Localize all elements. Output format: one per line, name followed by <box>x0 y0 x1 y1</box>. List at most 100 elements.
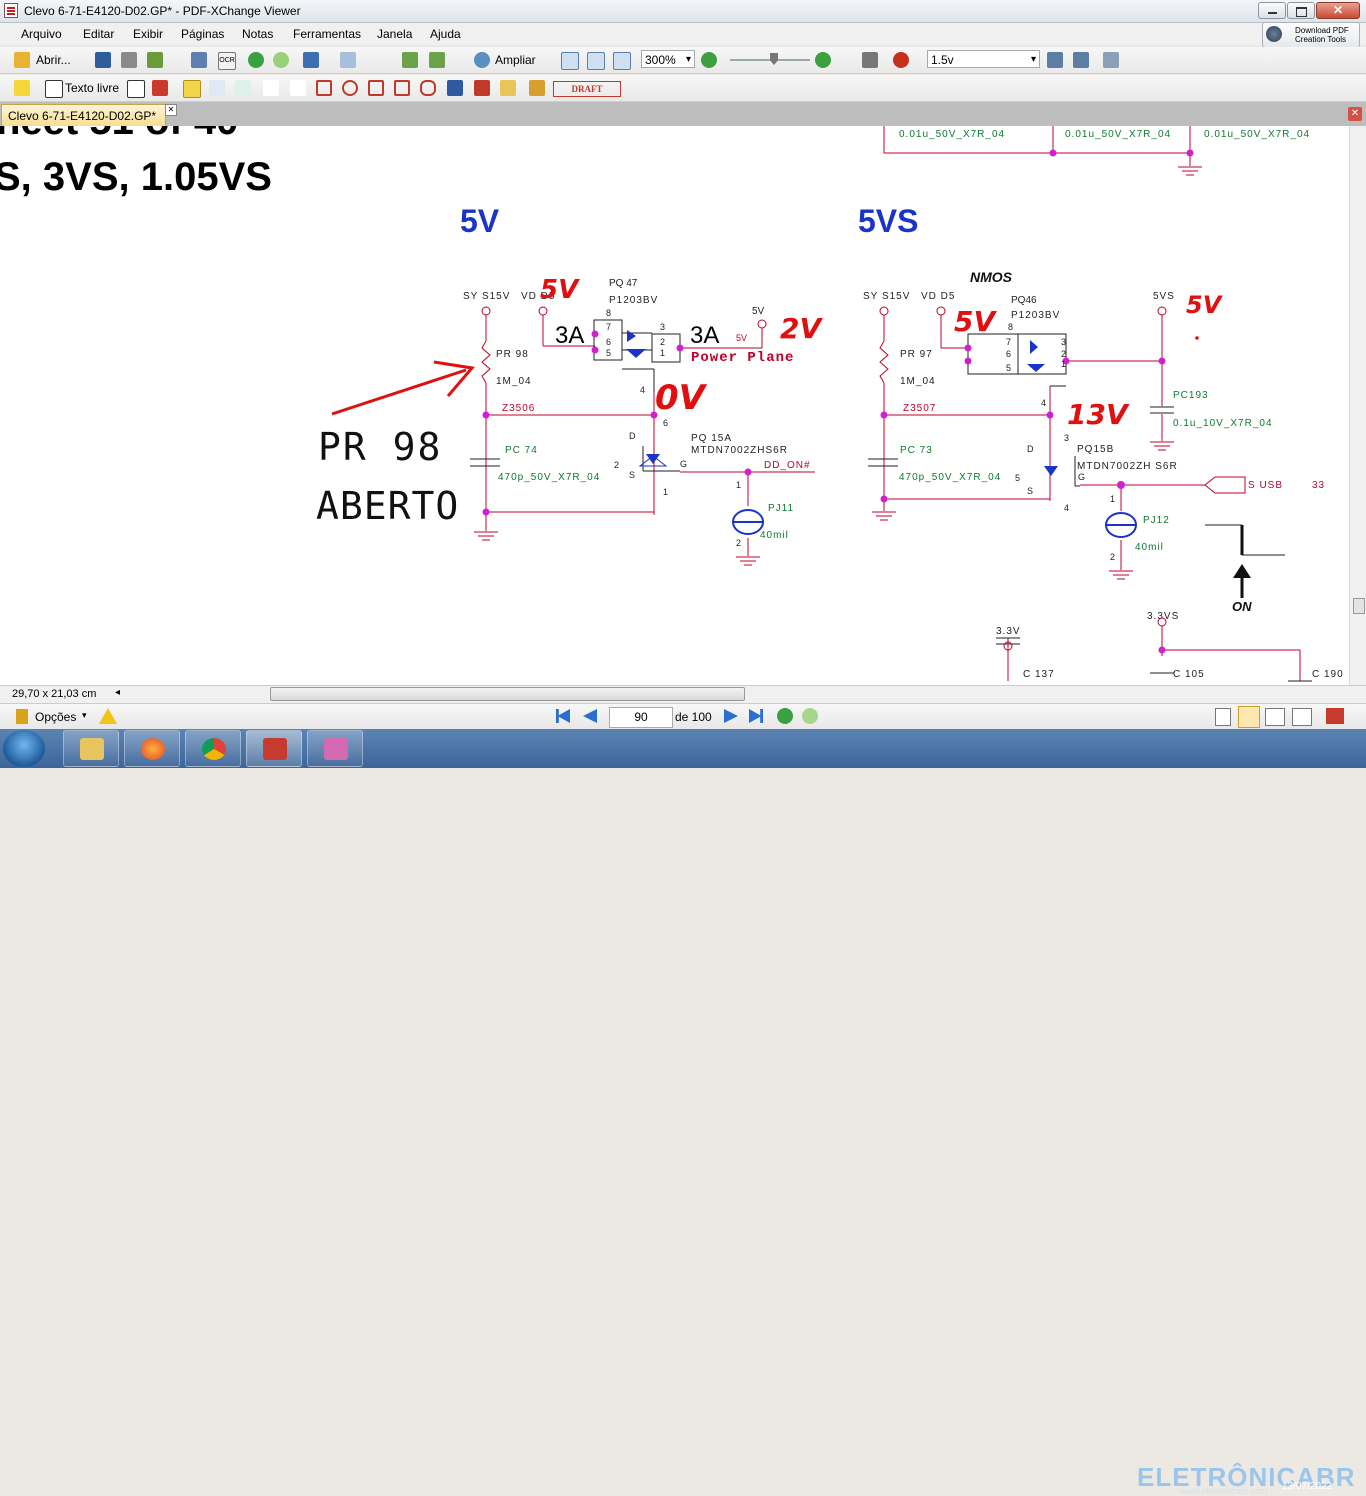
previous-page-icon[interactable] <box>583 709 597 723</box>
taskbar-pdf-xchange[interactable] <box>246 730 302 767</box>
app-icon[interactable] <box>4 3 18 18</box>
page-number-input[interactable]: 90 <box>609 707 673 728</box>
ellipse-icon[interactable] <box>342 80 358 96</box>
properties-icon[interactable] <box>191 52 207 68</box>
close-document-icon[interactable]: ✕ <box>1348 107 1362 121</box>
junction <box>1049 149 1057 157</box>
find-prev-icon[interactable] <box>1047 52 1063 68</box>
actual-size-icon[interactable] <box>561 52 579 70</box>
warning-icon[interactable] <box>99 708 117 724</box>
free-text-button[interactable]: Texto livre <box>65 81 119 95</box>
copy-icon[interactable] <box>402 52 418 68</box>
callout-icon[interactable] <box>127 80 145 98</box>
right-net: Z3507 <box>903 403 936 414</box>
fit-page-icon[interactable] <box>587 52 605 70</box>
pentagon-icon[interactable] <box>394 80 410 96</box>
zoom-select[interactable]: 300% <box>641 50 695 69</box>
arrow-icon[interactable] <box>263 80 279 96</box>
horizontal-scroll-thumb[interactable] <box>270 687 745 701</box>
tools-icon[interactable] <box>1103 52 1119 68</box>
menu-arquivo[interactable]: Arquivo <box>21 27 62 41</box>
tab-close-icon[interactable]: ✕ <box>165 104 177 116</box>
stamp-icon[interactable] <box>529 80 545 96</box>
open-button[interactable]: Abrir... <box>36 53 71 67</box>
tab-document[interactable]: Clevo 6-71-E4120-D02.GP* ✕ <box>1 104 177 126</box>
download-pdf-tools-button[interactable]: Download PDF Creation Tools <box>1262 22 1360 48</box>
search-input[interactable]: 1.5v <box>927 50 1040 69</box>
menu-ferramentas[interactable]: Ferramentas <box>293 27 361 41</box>
clock[interactable]: 13/07/2022 <box>1282 1481 1332 1492</box>
left-net: Z3506 <box>502 403 535 414</box>
taskbar-firefox[interactable] <box>124 730 180 767</box>
typewriter-icon[interactable] <box>152 80 168 96</box>
menu-ajuda[interactable]: Ajuda <box>430 27 461 41</box>
close-button[interactable] <box>1316 2 1360 19</box>
continuous-page-icon[interactable] <box>1238 706 1260 728</box>
menu-exibir[interactable]: Exibir <box>133 27 163 41</box>
fit-width-icon[interactable] <box>613 52 631 70</box>
pin-icon[interactable] <box>447 80 463 96</box>
undo-icon[interactable] <box>303 52 319 68</box>
horizontal-scrollbar[interactable] <box>125 686 1349 701</box>
textbox-icon[interactable] <box>45 80 63 98</box>
binoculars-icon[interactable] <box>862 52 878 68</box>
vertical-scroll-thumb[interactable] <box>1353 598 1365 614</box>
zoom-slider-thumb[interactable] <box>770 53 778 65</box>
window-title: Clevo 6-71-E4120-D02.GP* - PDF-XChange V… <box>24 4 301 18</box>
sticky-note-icon[interactable] <box>14 80 30 96</box>
rectangle-icon[interactable] <box>316 80 332 96</box>
zoom-icon[interactable] <box>474 52 490 68</box>
options-button[interactable]: Opções <box>35 710 76 724</box>
vertical-scrollbar[interactable] <box>1349 126 1366 685</box>
last-page-icon[interactable] <box>749 709 763 723</box>
history-back-icon[interactable] <box>777 708 793 724</box>
history-forward-icon[interactable] <box>802 708 818 724</box>
menu-janela[interactable]: Janela <box>377 27 412 41</box>
next-page-icon[interactable] <box>724 709 738 723</box>
taskbar-explorer[interactable] <box>63 730 119 767</box>
taskbar-tool[interactable] <box>307 730 363 767</box>
find-next-icon[interactable] <box>1073 52 1089 68</box>
zoom-in-icon[interactable] <box>815 52 831 68</box>
underline-icon[interactable] <box>235 80 251 96</box>
taskbar-chrome[interactable] <box>185 730 241 767</box>
back-icon[interactable] <box>248 52 264 68</box>
menu-editar[interactable]: Editar <box>83 27 114 41</box>
scan-icon[interactable] <box>147 52 163 68</box>
polygon-icon[interactable] <box>368 80 384 96</box>
start-button[interactable] <box>3 730 45 767</box>
document-view[interactable]: heet 51 of 40 S, 3VS, 1.05VS 0.01u_50V_X… <box>0 126 1349 685</box>
pdf-icon[interactable] <box>1326 708 1344 724</box>
first-page-icon[interactable] <box>556 709 570 723</box>
strikeout-icon[interactable] <box>209 80 225 96</box>
scroll-left-icon[interactable]: ◂ <box>115 687 120 698</box>
eraser-icon[interactable] <box>500 80 516 96</box>
open-icon[interactable] <box>14 52 30 68</box>
single-page-icon[interactable] <box>1215 708 1231 726</box>
cloud-icon[interactable] <box>420 80 436 96</box>
cap-value-3: 0.01u_50V_X7R_04 <box>1204 129 1310 140</box>
pencil-icon[interactable] <box>474 80 490 96</box>
menu-notas[interactable]: Notas <box>242 27 273 41</box>
highlight-icon[interactable] <box>183 80 201 98</box>
menu-paginas[interactable]: Páginas <box>181 27 224 41</box>
line-icon[interactable] <box>290 80 306 96</box>
right-g-label: G <box>1078 472 1085 482</box>
options-flag-icon[interactable] <box>16 709 28 724</box>
draft-stamp-select[interactable]: DRAFT <box>553 81 621 97</box>
zoom-out-icon[interactable] <box>701 52 717 68</box>
snapshot-icon[interactable] <box>429 52 445 68</box>
search-icon[interactable] <box>893 52 909 68</box>
tab-document-label: Clevo 6-71-E4120-D02.GP* <box>8 109 157 123</box>
maximize-button[interactable] <box>1287 2 1315 19</box>
continuous-facing-icon[interactable] <box>1292 708 1312 726</box>
minimize-button[interactable] <box>1258 2 1286 19</box>
facing-pages-icon[interactable] <box>1265 708 1285 726</box>
redo-icon[interactable] <box>340 52 356 68</box>
print-icon[interactable] <box>121 52 137 68</box>
zoom-button[interactable]: Ampliar <box>495 53 536 67</box>
options-dropdown-icon[interactable]: ▾ <box>82 710 87 721</box>
ocr-icon[interactable]: OCR <box>218 52 236 70</box>
forward-icon[interactable] <box>273 52 289 68</box>
save-icon[interactable] <box>95 52 111 68</box>
